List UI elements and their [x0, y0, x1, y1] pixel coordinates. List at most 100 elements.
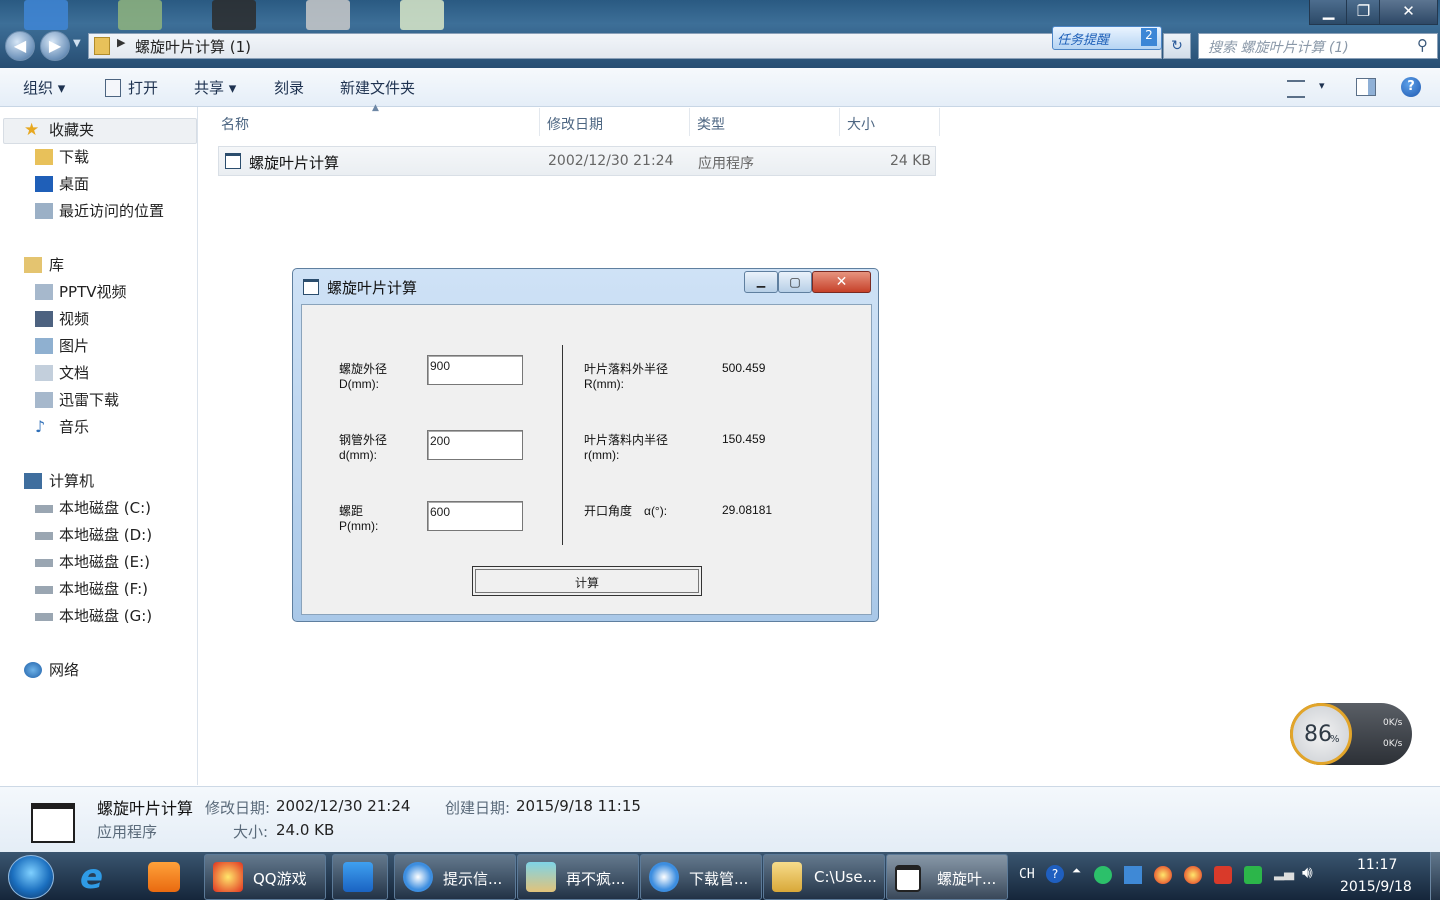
dialog-maximize-button[interactable]: ▢ — [778, 271, 812, 293]
task-reminder-widget[interactable]: 任务提醒 2 — [1052, 26, 1162, 50]
share-menu[interactable]: 共享 ▾ — [194, 77, 236, 98]
dialog-close-button[interactable]: ✕ — [812, 271, 871, 293]
internet-explorer-icon[interactable]: e — [80, 860, 120, 894]
task-reminder-count: 2 — [1141, 28, 1157, 46]
view-menu-chevron-icon[interactable]: ▾ — [1319, 79, 1325, 92]
application-icon — [225, 153, 241, 169]
antivirus-tray-icon[interactable] — [1214, 866, 1232, 884]
outer-diameter-input[interactable]: 900 — [427, 355, 523, 385]
sidebar-item-drive-g[interactable]: 本地磁盘 (G:) — [0, 603, 197, 629]
sidebar-item-computer[interactable]: 计算机 — [0, 468, 197, 494]
column-header-name[interactable]: 名称 — [221, 114, 249, 134]
breadcrumb[interactable]: 螺旋叶片计算 (1) — [135, 36, 251, 57]
close-button[interactable]: ✕ — [1379, 0, 1438, 25]
table-row[interactable]: 螺旋叶片计算 2002/12/30 21:24 应用程序 24 KB — [218, 146, 936, 176]
sidebar-item-label: 本地磁盘 (F:) — [59, 580, 148, 598]
sidebar-item-label: 迅雷下载 — [59, 391, 120, 409]
input-help-icon[interactable]: ? — [1046, 865, 1064, 883]
signal-icon[interactable]: ▂▄ — [1274, 866, 1294, 881]
clock-time[interactable]: 11:17 — [1357, 857, 1397, 873]
sidebar-item-pptv[interactable]: PPTV视频 — [0, 279, 197, 305]
maximize-button[interactable]: ❐ — [1346, 0, 1381, 25]
taskbar-button-download-manager[interactable]: 下载管... — [640, 854, 762, 900]
tray-expand-icon[interactable]: ⏶ — [1072, 864, 1081, 878]
desktop-icon-4 — [306, 0, 350, 30]
sidebar-item-recent[interactable]: 最近访问的位置 — [0, 198, 197, 224]
column-header-size[interactable]: 大小 — [847, 114, 875, 134]
sidebar-item-drive-f[interactable]: 本地磁盘 (F:) — [0, 576, 197, 602]
network-speed-widget[interactable]: 86 % 0K/s 0K/s — [1290, 703, 1412, 765]
taskbar-button-tip[interactable]: 提示信... — [394, 854, 516, 900]
search-input[interactable]: 搜索 螺旋叶片计算 (1) ⚲ — [1198, 33, 1438, 59]
sidebar-item-xunlei[interactable]: 迅雷下载 — [0, 387, 197, 413]
outer-diameter-label: 螺旋外径 D(mm): — [339, 362, 388, 391]
taskbar-button-zaibufeng[interactable]: 再不疯... — [517, 854, 639, 900]
show-desktop-button[interactable] — [1430, 852, 1440, 900]
details-file-name: 螺旋叶片计算 — [97, 799, 194, 818]
drive-icon — [35, 532, 53, 540]
details-modified-label: 修改日期: — [205, 799, 271, 817]
column-divider[interactable] — [689, 108, 690, 136]
pitch-input[interactable]: 600 — [427, 501, 523, 531]
sidebar-item-pictures[interactable]: 图片 — [0, 333, 197, 359]
sidebar-item-desktop[interactable]: 桌面 — [0, 171, 197, 197]
column-divider[interactable] — [839, 108, 840, 136]
qq-tray-icon[interactable] — [1154, 866, 1172, 884]
media-player-icon[interactable] — [148, 862, 180, 892]
memory-usage-gauge: 86 % — [1290, 703, 1352, 765]
sidebar-item-favorites[interactable]: ★ 收藏夹 — [0, 117, 197, 144]
recent-pages-chevron-icon[interactable]: ▼ — [73, 38, 81, 49]
sidebar-item-drive-e[interactable]: 本地磁盘 (E:) — [0, 549, 197, 575]
sidebar-item-drive-c[interactable]: 本地磁盘 (C:) — [0, 495, 197, 521]
column-divider[interactable] — [539, 108, 540, 136]
open-button[interactable]: 打开 — [128, 77, 158, 98]
sidebar-item-drive-d[interactable]: 本地磁盘 (D:) — [0, 522, 197, 548]
application-large-icon — [31, 803, 75, 843]
taskbar-button-calc-app[interactable]: 螺旋叶... — [886, 854, 1008, 900]
dialog-minimize-button[interactable]: ▁ — [744, 271, 778, 293]
sort-indicator-icon: ▲ — [372, 103, 379, 113]
preview-pane-icon[interactable] — [1356, 78, 1376, 96]
column-header-type[interactable]: 类型 — [697, 114, 725, 134]
dialog-client-area: 螺旋外径 D(mm): 900 钢管外径 d(mm): 200 螺距 P(mm): 6… — [301, 304, 872, 615]
sidebar-item-videos[interactable]: 视频 — [0, 306, 197, 332]
window-title-bar: ▁ ❐ ✕ ◀ ▶ ▼ ▶ 螺旋叶片计算 (1) 任务提醒 2 ↻ 搜索 螺旋叶… — [0, 0, 1440, 68]
taskbar-button-explorer[interactable]: C:\Use... — [763, 854, 885, 900]
calculate-button[interactable]: 计算 — [472, 566, 702, 596]
search-icon[interactable]: ⚲ — [1417, 36, 1428, 54]
column-header-modified[interactable]: 修改日期 — [547, 114, 603, 134]
music-note-icon: ♪ — [35, 417, 46, 436]
qq-tray-icon-2[interactable] — [1184, 866, 1202, 884]
star-icon: ★ — [24, 120, 40, 140]
organize-menu[interactable]: 组织 ▾ — [23, 77, 65, 98]
sidebar-item-libraries[interactable]: 库 — [0, 252, 197, 278]
new-folder-button[interactable]: 新建文件夹 — [340, 77, 415, 98]
language-indicator[interactable]: CH — [1019, 867, 1035, 882]
forward-button[interactable]: ▶ — [40, 31, 70, 61]
details-pane: 螺旋叶片计算 修改日期: 2002/12/30 21:24 创建日期: 2015… — [0, 786, 1440, 853]
desktop-icon-1 — [24, 0, 68, 30]
view-options-icon[interactable] — [1287, 80, 1305, 98]
taskbar-button-cloud[interactable] — [332, 854, 388, 900]
clock-date[interactable]: 2015/9/18 — [1340, 879, 1412, 895]
sidebar-item-downloads[interactable]: 下载 — [0, 144, 197, 170]
shield-tray-icon[interactable] — [1244, 866, 1262, 884]
sidebar-item-documents[interactable]: 文档 — [0, 360, 197, 386]
minimize-button[interactable]: ▁ — [1309, 0, 1348, 25]
sidebar-item-music[interactable]: ♪ 音乐 — [0, 414, 197, 440]
column-divider[interactable] — [939, 108, 940, 136]
address-bar[interactable]: ▶ 螺旋叶片计算 (1) — [88, 33, 1162, 59]
help-icon[interactable]: ? — [1401, 77, 1421, 97]
burn-button[interactable]: 刻录 — [274, 77, 304, 98]
refresh-icon[interactable]: ↻ — [1163, 33, 1191, 59]
pitch-label: 螺距 P(mm): — [339, 504, 379, 533]
back-button[interactable]: ◀ — [5, 31, 35, 61]
pipe-diameter-input[interactable]: 200 — [427, 430, 523, 460]
security-tray-icon[interactable] — [1094, 866, 1112, 884]
taskbar-button-qqgame[interactable]: QQ游戏 — [204, 854, 326, 900]
sidebar-item-network[interactable]: 网络 — [0, 657, 197, 683]
details-created-label: 创建日期: — [445, 799, 511, 817]
volume-icon[interactable]: 🔊︎ — [1302, 863, 1313, 883]
network-tray-icon[interactable] — [1124, 866, 1142, 884]
start-button[interactable] — [8, 855, 54, 899]
